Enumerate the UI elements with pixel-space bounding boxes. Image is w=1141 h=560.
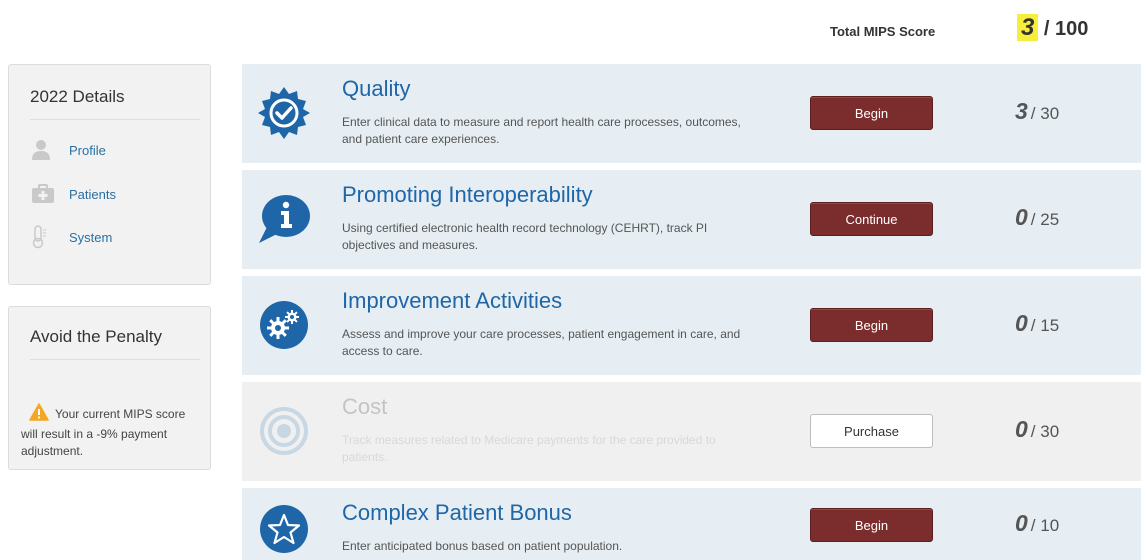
total-score-max: / 100 xyxy=(1043,18,1089,40)
category-card-cost: Cost Track measures related to Medicare … xyxy=(242,382,1141,481)
category-description: Assess and improve your care processes, … xyxy=(342,327,741,358)
category-score-max: / 25 xyxy=(1030,210,1060,229)
sidebar-item-profile[interactable]: Profile xyxy=(31,138,106,162)
category-score-max: / 10 xyxy=(1030,516,1060,535)
category-title: Complex Patient Bonus xyxy=(342,500,572,525)
badge-check-icon xyxy=(255,84,313,142)
total-mips-score: 3 / 100 xyxy=(1017,14,1088,42)
penalty-title: Avoid the Penalty xyxy=(30,327,200,360)
total-score-value: 3 xyxy=(1017,14,1039,41)
category-score-max: / 15 xyxy=(1030,316,1060,335)
category-score-value: 0 xyxy=(1015,416,1028,442)
category-description: Enter anticipated bonus based on patient… xyxy=(342,539,623,553)
medical-kit-icon xyxy=(31,182,59,206)
category-title: Improvement Activities xyxy=(342,288,563,313)
category-score: 0/ 10 xyxy=(1015,510,1059,537)
sidebar-item-label: Profile xyxy=(69,142,106,158)
sidebar-item-label: Patients xyxy=(69,186,116,202)
category-score-max: / 30 xyxy=(1030,104,1060,123)
gears-icon xyxy=(255,296,313,354)
details-title: 2022 Details xyxy=(30,87,200,120)
sidebar-item-patients[interactable]: Patients xyxy=(31,182,116,206)
info-bubble-icon xyxy=(255,190,313,248)
target-icon xyxy=(255,402,313,460)
category-description: Using certified electronic health record… xyxy=(342,221,708,252)
penalty-message: Your current MIPS score will result in a… xyxy=(21,403,201,460)
category-score: 0/ 30 xyxy=(1015,416,1059,443)
category-title: Quality xyxy=(342,76,411,101)
promoting-interoperability-continue-button[interactable]: Continue xyxy=(810,202,933,236)
complex-patient-bonus-begin-button[interactable]: Begin xyxy=(810,508,933,542)
category-description: Enter clinical data to measure and repor… xyxy=(342,115,741,146)
details-panel: 2022 Details Profile Patients System xyxy=(8,64,211,285)
category-card-complex-patient-bonus: Complex Patient Bonus Enter anticipated … xyxy=(242,488,1141,560)
category-score: 0/ 15 xyxy=(1015,310,1059,337)
category-score-value: 0 xyxy=(1015,310,1028,336)
cost-purchase-button[interactable]: Purchase xyxy=(810,414,933,448)
category-score: 0/ 25 xyxy=(1015,204,1059,231)
category-card-quality: Quality Enter clinical data to measure a… xyxy=(242,64,1141,163)
category-title: Promoting Interoperability xyxy=(342,182,593,207)
thermometer-icon xyxy=(31,225,59,249)
sidebar-item-label: System xyxy=(69,229,113,245)
quality-begin-button[interactable]: Begin xyxy=(810,96,933,130)
star-icon xyxy=(255,500,313,558)
category-score: 3/ 30 xyxy=(1015,98,1059,125)
person-icon xyxy=(31,138,59,162)
category-card-promoting-interoperability: Promoting Interoperability Using certifi… xyxy=(242,170,1141,269)
sidebar-item-system[interactable]: System xyxy=(31,225,112,249)
total-mips-score-label: Total MIPS Score xyxy=(830,24,936,39)
category-score-value: 0 xyxy=(1015,510,1028,536)
category-score-value: 3 xyxy=(1015,98,1028,124)
penalty-panel: Avoid the Penalty Your current MIPS scor… xyxy=(8,306,211,470)
category-score-max: / 30 xyxy=(1030,422,1060,441)
category-title: Cost xyxy=(342,394,388,419)
improvement-activities-begin-button[interactable]: Begin xyxy=(810,308,933,342)
category-description: Track measures related to Medicare payme… xyxy=(342,433,716,464)
category-card-improvement-activities: Improvement Activities Assess and improv… xyxy=(242,276,1141,375)
category-score-value: 0 xyxy=(1015,204,1028,230)
warning-icon xyxy=(29,403,49,426)
